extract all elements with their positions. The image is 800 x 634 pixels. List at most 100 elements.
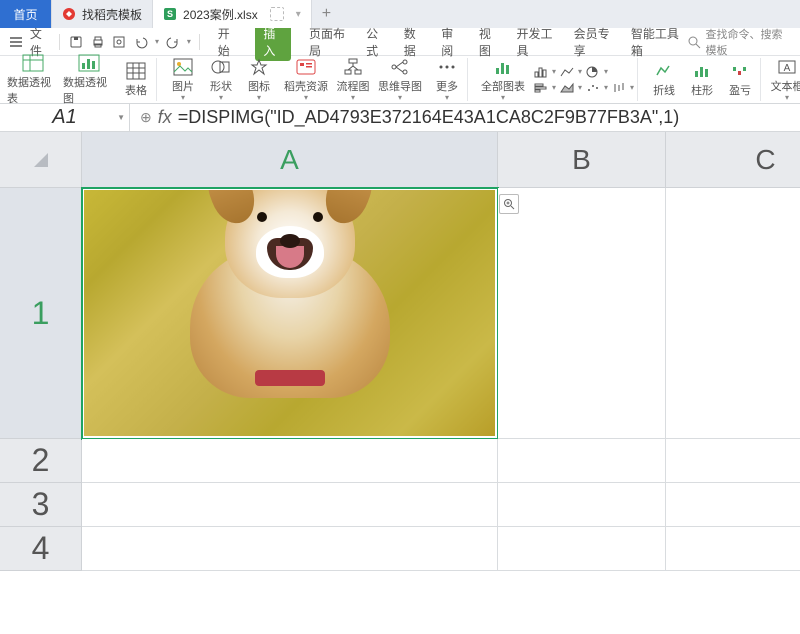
docer-icon [62, 7, 76, 21]
col-chart-icon[interactable] [533, 65, 549, 79]
tab-toolbox[interactable]: 智能工具箱 [631, 25, 680, 59]
col-header-a[interactable]: A [82, 132, 498, 188]
tab-review[interactable]: 审阅 [441, 25, 461, 59]
file-tab[interactable]: S 2023案例.xlsx ▾ [153, 0, 312, 28]
mindmap-button[interactable]: 思维导图▾ [374, 57, 426, 102]
image-zoom-button[interactable] [499, 194, 519, 214]
pivot-table-button[interactable]: 数据透视表 [7, 53, 59, 106]
home-tab[interactable]: 首页 [0, 0, 52, 28]
tab-view[interactable]: 视图 [479, 25, 499, 59]
cell-c4[interactable] [666, 527, 800, 571]
insert-table-label: 表格 [125, 82, 147, 98]
cell-a4[interactable] [82, 527, 498, 571]
more-icon [436, 57, 458, 77]
mindmap-icon [389, 57, 411, 77]
print-icon[interactable] [90, 33, 106, 51]
insert-shape-label: 形状 [210, 78, 232, 94]
cell-c3[interactable] [666, 483, 800, 527]
chevron-down-icon[interactable]: ▾ [296, 9, 301, 20]
docer-label: 稻壳资源 [284, 78, 328, 94]
search-icon[interactable] [686, 33, 702, 51]
template-tab-label: 找稻壳模板 [82, 6, 142, 23]
chart-icon [492, 57, 514, 77]
name-box-value: A1 [52, 106, 76, 129]
tab-dev[interactable]: 开发工具 [516, 25, 555, 59]
svg-text:A: A [784, 63, 791, 74]
save-icon[interactable] [68, 33, 84, 51]
row-header-2[interactable]: 2 [0, 439, 82, 483]
row-header-4[interactable]: 4 [0, 527, 82, 571]
tab-ghost-icon[interactable] [270, 7, 284, 21]
spreadsheet-grid: A B C 1 [0, 132, 800, 571]
app-menu-icon[interactable] [8, 33, 24, 51]
insert-picture-label: 图片 [172, 78, 194, 94]
all-charts-label: 全部图表 [481, 78, 525, 94]
bar-chart-icon[interactable] [533, 81, 549, 95]
textbox-label: 文本框 [771, 78, 800, 94]
textbox-button[interactable]: A 文本框▾ [770, 57, 800, 102]
cell-a2[interactable] [82, 439, 498, 483]
search-placeholder[interactable]: 查找命令、搜索模板 [706, 26, 793, 58]
formula-input[interactable]: =DISPIMG("ID_AD4793E372164E43A1CA8C2F9B7… [178, 107, 680, 128]
sparkline-col-icon [691, 61, 713, 81]
tab-layout[interactable]: 页面布局 [309, 25, 348, 59]
sparkline-col-button[interactable]: 柱形 [685, 61, 719, 98]
tab-start[interactable]: 开始 [218, 25, 238, 59]
stock-chart-icon[interactable] [611, 81, 627, 95]
name-box[interactable]: A1 ▼ [0, 104, 130, 131]
shape-icon [210, 57, 232, 77]
fx-icon[interactable]: fx [158, 107, 172, 128]
tab-member[interactable]: 会员专享 [574, 25, 613, 59]
cell-b1[interactable] [498, 188, 666, 439]
insert-icon-label: 图标 [248, 78, 270, 94]
svg-text:S: S [167, 9, 173, 19]
tab-formula[interactable]: 公式 [366, 25, 386, 59]
more-insert-label: 更多 [436, 78, 458, 94]
undo-icon[interactable] [133, 33, 149, 51]
template-tab[interactable]: 找稻壳模板 [52, 0, 153, 28]
flowchart-button[interactable]: 流程图▾ [336, 57, 370, 102]
cell-b4[interactable] [498, 527, 666, 571]
line-chart-icon[interactable] [559, 65, 575, 79]
zoom-icon[interactable]: ⊕ [140, 109, 152, 126]
tab-data[interactable]: 数据 [404, 25, 424, 59]
pie-chart-icon[interactable] [585, 65, 601, 79]
cell-a3[interactable] [82, 483, 498, 527]
textbox-icon: A [776, 57, 798, 77]
cell-c1[interactable] [666, 188, 800, 439]
cell-b3[interactable] [498, 483, 666, 527]
sparkline-winloss-button[interactable]: 盈亏 [723, 61, 757, 98]
print-preview-icon[interactable] [111, 33, 127, 51]
cell-c2[interactable] [666, 439, 800, 483]
scatter-chart-icon[interactable] [585, 81, 601, 95]
docer-button[interactable]: 稻壳资源▾ [280, 57, 332, 102]
row-header-3[interactable]: 3 [0, 483, 82, 527]
tab-insert[interactable]: 插入 [255, 23, 291, 61]
icons-icon [248, 57, 270, 77]
insert-table-button[interactable]: 表格 [119, 61, 153, 98]
sparkline-winloss-icon [729, 61, 751, 81]
sparkline-winloss-label: 盈亏 [729, 82, 751, 98]
flowchart-label: 流程图 [337, 78, 370, 94]
sparkline-line-label: 折线 [653, 82, 675, 98]
area-chart-icon[interactable] [559, 81, 575, 95]
pivot-chart-label: 数据透视图 [63, 74, 115, 106]
col-header-b[interactable]: B [498, 132, 666, 188]
row-header-1[interactable]: 1 [0, 188, 82, 439]
all-charts-button[interactable]: 全部图表▾ [477, 57, 529, 102]
insert-picture-button[interactable]: 图片▾ [166, 57, 200, 102]
pivot-chart-button[interactable]: 数据透视图 [63, 53, 115, 106]
flowchart-icon [342, 57, 364, 77]
pivot-chart-icon [78, 53, 100, 73]
insert-icon-button[interactable]: 图标▾ [242, 57, 276, 102]
chevron-down-icon[interactable]: ▼ [117, 113, 125, 122]
cell-b2[interactable] [498, 439, 666, 483]
insert-shape-button[interactable]: 形状▾ [204, 57, 238, 102]
sparkline-line-button[interactable]: 折线 [647, 61, 681, 98]
select-all-corner[interactable] [0, 132, 82, 188]
cell-a1[interactable] [82, 188, 498, 439]
pivot-table-label: 数据透视表 [7, 74, 59, 106]
redo-icon[interactable] [165, 33, 181, 51]
more-insert-button[interactable]: 更多▾ [430, 57, 464, 102]
col-header-c[interactable]: C [666, 132, 800, 188]
